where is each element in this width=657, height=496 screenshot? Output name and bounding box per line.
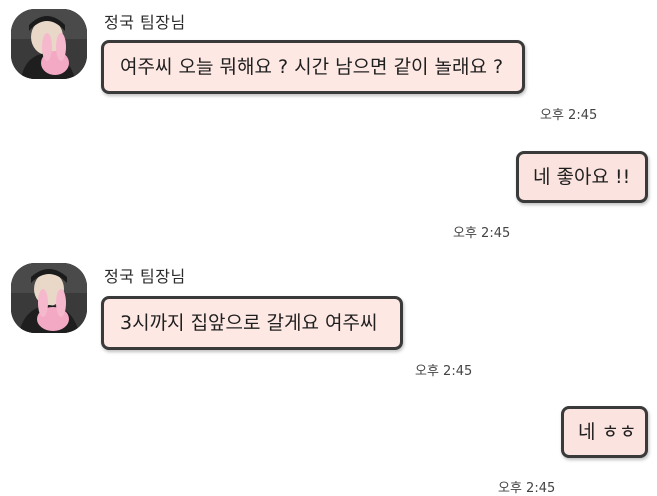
message-time: 오후 2:45: [415, 364, 473, 379]
sender-avatar[interactable]: [11, 263, 87, 333]
sender-avatar[interactable]: [11, 9, 87, 79]
my-message-bubble[interactable]: 네 좋아요 !!: [516, 151, 648, 203]
my-message-bubble[interactable]: 네 ㅎㅎ: [561, 406, 648, 458]
message-bubble[interactable]: 3시까지 집앞으로 갈게요 여주씨: [101, 296, 403, 350]
sender-name: 정국 팀장님: [104, 267, 186, 286]
message-bubble[interactable]: 여주씨 오늘 뭐해요 ? 시간 남으면 같이 놀래요 ?: [101, 40, 525, 94]
message-time: 오후 2:45: [540, 108, 598, 123]
message-time: 오후 2:45: [453, 226, 511, 241]
sender-name: 정국 팀장님: [104, 13, 186, 32]
message-time: 오후 2:45: [498, 481, 556, 496]
